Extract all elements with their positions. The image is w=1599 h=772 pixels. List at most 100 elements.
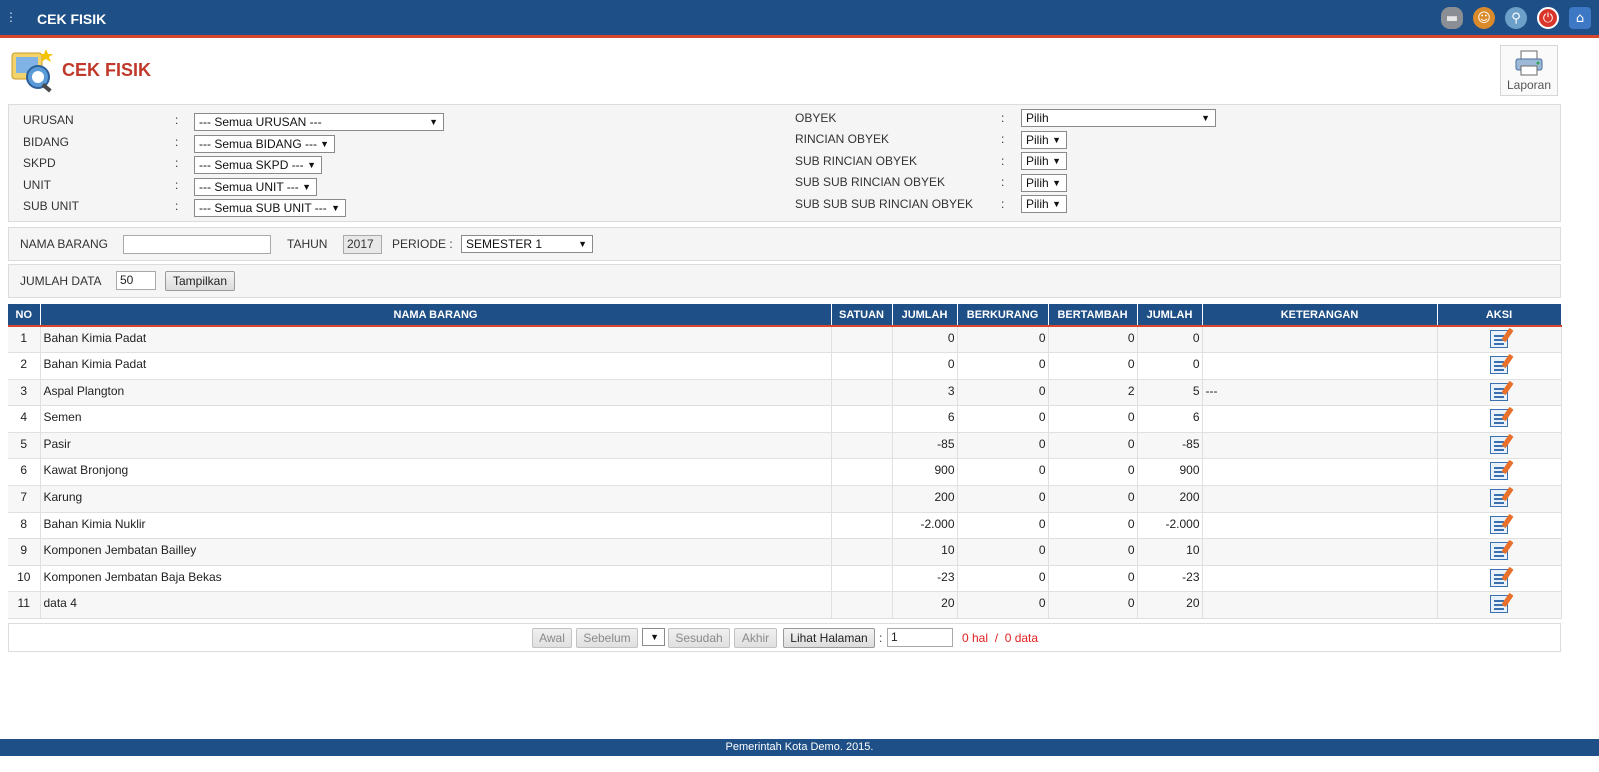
- cell-no: 6: [8, 458, 41, 487]
- edit-icon[interactable]: [1490, 515, 1508, 534]
- edit-icon[interactable]: [1490, 489, 1508, 508]
- cell-no: 1: [8, 326, 41, 354]
- cell-bertambah: 0: [1048, 432, 1138, 460]
- cell-jumlah-akhir: 5: [1137, 379, 1203, 407]
- cell-jumlah-akhir: -23: [1137, 565, 1203, 593]
- edit-icon[interactable]: [1490, 568, 1508, 587]
- view-page-button[interactable]: Lihat Halaman: [783, 628, 875, 648]
- filter-label-sub-sub-sub-rincian-obyek: SUB SUB SUB RINCIAN OBYEK: [795, 197, 974, 211]
- next-page-button[interactable]: Sesudah: [668, 628, 730, 648]
- chat-icon[interactable]: ▬: [1441, 7, 1463, 29]
- cell-satuan: [831, 485, 893, 513]
- tahun-label: TAHUN: [287, 237, 328, 251]
- chevron-down-icon: ▼: [1052, 199, 1061, 209]
- user-icon[interactable]: ☺: [1473, 7, 1495, 29]
- filter-colon: :: [175, 113, 179, 127]
- cell-satuan: [831, 591, 893, 620]
- cell-jumlah-akhir: -2.000: [1137, 512, 1203, 540]
- first-page-button[interactable]: Awal: [532, 628, 572, 648]
- cell-nama-barang: Komponen Jembatan Bailley: [40, 538, 832, 566]
- edit-icon[interactable]: [1490, 409, 1508, 428]
- unit-select[interactable]: --- Semua UNIT --- ▼: [194, 178, 317, 196]
- cell-aksi: [1437, 538, 1562, 566]
- cell-berkurang: 0: [957, 458, 1049, 487]
- edit-icon[interactable]: [1490, 356, 1508, 375]
- power-icon[interactable]: ⏻: [1537, 7, 1559, 29]
- cell-satuan: [831, 432, 893, 460]
- cell-berkurang: 0: [957, 326, 1049, 354]
- sub-unit-select[interactable]: --- Semua SUB UNIT --- ▼: [194, 199, 346, 217]
- edit-icon[interactable]: [1490, 382, 1508, 401]
- edit-icon[interactable]: [1490, 330, 1508, 348]
- page-select[interactable]: ▼: [642, 628, 665, 646]
- cell-nama-barang: Pasir: [40, 432, 832, 460]
- cell-berkurang: 0: [957, 352, 1049, 380]
- page-number-input[interactable]: 1: [887, 628, 953, 647]
- col-header-jumlah: JUMLAH: [892, 304, 958, 327]
- prev-page-button[interactable]: Sebelum: [576, 628, 638, 648]
- chevron-down-icon: ▼: [650, 632, 659, 642]
- table-body: 1 Bahan Kimia Padat 0 0 0 0 2 Bahan Kimia Padat…: [8, 326, 1562, 620]
- bidang-select[interactable]: --- Semua BIDANG --- ▼: [194, 135, 335, 153]
- cell-aksi: [1437, 432, 1562, 460]
- urusan-select[interactable]: --- Semua URUSAN --- ▼: [194, 113, 444, 131]
- cell-aksi: [1437, 591, 1562, 620]
- cell-berkurang: 0: [957, 591, 1049, 620]
- filter-label-obyek: OBYEK: [795, 111, 837, 125]
- cell-jumlah: 200: [892, 485, 958, 513]
- cell-nama-barang: Aspal Plangton: [40, 379, 832, 407]
- table-row: 8 Bahan Kimia Nuklir -2.000 0 0 -2.000: [8, 512, 1562, 540]
- filter-label-sub-sub-rincian-obyek: SUB SUB RINCIAN OBYEK: [795, 175, 946, 189]
- cell-jumlah-akhir: 0: [1137, 352, 1203, 380]
- table-row: 6 Kawat Bronjong 900 0 0 900: [8, 458, 1562, 487]
- cell-jumlah-akhir: 900: [1137, 458, 1203, 487]
- cell-keterangan: [1202, 512, 1438, 540]
- cell-keterangan: [1202, 405, 1438, 433]
- sub-sub-rincian-obyek-select[interactable]: Pilih ▼: [1021, 174, 1067, 192]
- cell-no: 7: [8, 485, 41, 513]
- filter-label-urusan: URUSAN: [23, 113, 74, 127]
- filter-colon: :: [175, 156, 179, 170]
- cell-satuan: [831, 565, 893, 593]
- sidebar-toggle-icon[interactable]: ⋮: [5, 10, 17, 28]
- chevron-down-icon: ▼: [320, 139, 329, 149]
- sub-sub-sub-rincian-obyek-select-value: Pilih: [1026, 197, 1049, 211]
- filter-label-sub-rincian-obyek: SUB RINCIAN OBYEK: [795, 154, 918, 168]
- page-title: CEK FISIK: [62, 60, 152, 80]
- table-row: 5 Pasir -85 0 0 -85: [8, 432, 1562, 460]
- cell-keterangan: [1202, 352, 1438, 380]
- table-row: 1 Bahan Kimia Padat 0 0 0 0: [8, 326, 1562, 354]
- table-row: 9 Komponen Jembatan Bailley 10 0 0 10: [8, 538, 1562, 566]
- col-header-satuan: SATUAN: [831, 304, 893, 327]
- report-button[interactable]: Laporan: [1500, 45, 1558, 96]
- cell-jumlah: 0: [892, 352, 958, 380]
- edit-icon[interactable]: [1490, 542, 1508, 561]
- search-icon[interactable]: ⚲: [1505, 7, 1527, 29]
- urusan-select-value: --- Semua URUSAN ---: [199, 115, 322, 129]
- edit-icon[interactable]: [1490, 462, 1508, 481]
- obyek-select[interactable]: Pilih ▼: [1021, 109, 1216, 127]
- edit-icon[interactable]: [1490, 435, 1508, 454]
- periode-select[interactable]: SEMESTER 1 ▼: [461, 235, 593, 253]
- last-page-button[interactable]: Akhir: [734, 628, 777, 648]
- cell-aksi: [1437, 405, 1562, 433]
- jumlah-data-label: JUMLAH DATA: [20, 274, 102, 288]
- filter-colon: :: [175, 135, 179, 149]
- jumlah-data-input[interactable]: 50: [116, 271, 156, 290]
- cell-jumlah: -23: [892, 565, 958, 593]
- periode-label: PERIODE :: [392, 237, 453, 251]
- filter-label-rincian-obyek: RINCIAN OBYEK: [795, 132, 890, 146]
- page-info: 0 hal / 0 data: [962, 631, 1039, 645]
- filter-colon: :: [1001, 154, 1005, 168]
- cell-berkurang: 0: [957, 379, 1049, 407]
- skpd-select[interactable]: --- Semua SKPD --- ▼: [194, 156, 322, 174]
- tampilkan-button[interactable]: Tampilkan: [165, 271, 235, 291]
- cell-nama-barang: Bahan Kimia Nuklir: [40, 512, 832, 540]
- home-icon[interactable]: ⌂: [1569, 7, 1591, 29]
- edit-icon[interactable]: [1490, 595, 1508, 614]
- sub-rincian-obyek-select[interactable]: Pilih ▼: [1021, 152, 1067, 170]
- nama-barang-input[interactable]: [123, 235, 271, 254]
- rincian-obyek-select[interactable]: Pilih ▼: [1021, 131, 1067, 149]
- top-bar: ⋮ CEK FISIK ▬ ☺ ⚲ ⏻ ⌂: [0, 0, 1599, 38]
- sub-sub-sub-rincian-obyek-select[interactable]: Pilih ▼: [1021, 195, 1067, 213]
